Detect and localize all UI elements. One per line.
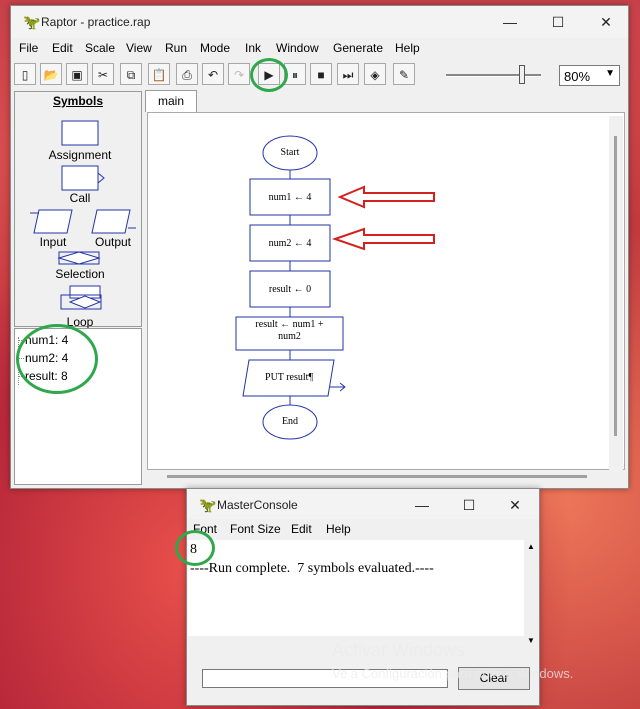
end-label: End	[281, 416, 299, 427]
call-symbol-icon	[61, 165, 99, 191]
zoom-select[interactable]: 80% ▼	[559, 65, 620, 86]
menu-window[interactable]: Window	[276, 41, 319, 55]
horizontal-scrollbar[interactable]	[147, 470, 609, 484]
assignment-label[interactable]: Assignment	[45, 148, 115, 162]
menu-run[interactable]: Run	[165, 41, 187, 55]
console-menu-bar: Font Font Size Edit Help	[187, 519, 539, 539]
undo-icon[interactable]: ↶	[202, 63, 224, 85]
highlight-ring-play	[250, 58, 288, 92]
selection-label[interactable]: Selection	[45, 267, 115, 281]
chevron-up-icon: ▲	[527, 542, 535, 551]
menu-bar: File Edit Scale View Run Mode Ink Window…	[11, 38, 628, 58]
debug-icon[interactable]: ◈	[364, 63, 386, 85]
symbol-shapes	[30, 120, 136, 310]
start-label: Start	[280, 147, 300, 158]
zoom-slider-thumb[interactable]	[519, 65, 525, 84]
paste-icon[interactable]: 📋	[148, 63, 170, 85]
vertical-scrollbar[interactable]	[609, 116, 623, 470]
output-label[interactable]: Output	[85, 235, 141, 249]
stop-icon[interactable]: ■	[310, 63, 332, 85]
output-symbol-icon	[91, 209, 131, 234]
console-title: MasterConsole	[217, 498, 298, 512]
close-button[interactable]: ✕	[583, 10, 629, 34]
highlight-ring-output	[175, 530, 215, 566]
console-close-button[interactable]: ✕	[492, 493, 538, 517]
input-label[interactable]: Input	[25, 235, 81, 249]
input-symbol-icon	[33, 209, 73, 234]
chevron-down-icon: ▼	[605, 68, 615, 79]
zoom-slider-track[interactable]	[446, 74, 541, 77]
arrow-annotation-num2	[331, 227, 435, 251]
call-arrow-icon	[97, 172, 105, 184]
console-maximize-button[interactable]: ☐	[446, 493, 492, 517]
save-icon[interactable]: ▣	[66, 63, 88, 85]
open-folder-icon[interactable]: 📂	[40, 63, 62, 85]
console-scrollbar[interactable]: ▲ ▼	[524, 540, 538, 650]
raptor-app-icon: 🦖	[199, 497, 217, 513]
minimize-button[interactable]: —	[487, 10, 533, 34]
selection-symbol-icon	[57, 251, 101, 265]
raptor-window: 🦖 Raptor - practice.rap — ☐ ✕ File Edit …	[10, 5, 629, 489]
menu-help[interactable]: Help	[395, 41, 420, 55]
title-bar: 🦖 Raptor - practice.rap — ☐ ✕	[11, 6, 628, 38]
zoom-value: 80%	[564, 69, 591, 84]
console-menu-font-size[interactable]: Font Size	[230, 522, 281, 536]
call-label[interactable]: Call	[45, 191, 115, 205]
redo-icon[interactable]: ↷	[228, 63, 250, 85]
activation-watermark-text: Ve a Configuración para activar Windows.	[332, 666, 574, 681]
step-num2-label: num2 ← 4	[268, 238, 312, 249]
chevron-down-icon: ▼	[527, 636, 535, 645]
menu-file[interactable]: File	[19, 41, 38, 55]
menu-mode[interactable]: Mode	[200, 41, 230, 55]
console-title-bar: 🦖 MasterConsole — ☐ ✕	[187, 489, 539, 519]
pen-icon[interactable]: ✎	[393, 63, 415, 85]
raptor-app-icon: 🦖	[23, 14, 41, 30]
activation-watermark-title: Activar Windows	[332, 640, 466, 660]
flowchart-canvas[interactable]: Start num1 ← 4 num2 ← 4 result ← 0 resul…	[147, 112, 625, 470]
arrow-annotation-num1	[337, 185, 435, 209]
step-icon[interactable]: ⏭	[337, 63, 359, 85]
menu-ink[interactable]: Ink	[245, 41, 261, 55]
menu-view[interactable]: View	[126, 41, 152, 55]
step-result-init-label: result ← 0	[268, 284, 312, 295]
copy-icon[interactable]: ⧉	[120, 63, 142, 85]
console-minimize-button[interactable]: —	[399, 493, 445, 517]
menu-scale[interactable]: Scale	[85, 41, 115, 55]
cut-icon[interactable]: ✂	[92, 63, 114, 85]
assignment-symbol-icon	[61, 120, 99, 146]
console-menu-edit[interactable]: Edit	[291, 522, 312, 536]
highlight-ring-variables	[16, 324, 98, 394]
console-output[interactable]: 8 ----Run complete. 7 symbols evaluated.…	[188, 540, 524, 636]
flowchart-shapes	[235, 135, 435, 440]
menu-edit[interactable]: Edit	[52, 41, 73, 55]
menu-generate[interactable]: Generate	[333, 41, 383, 55]
tab-main[interactable]: main	[145, 90, 197, 112]
step-output-label: PUT result¶	[265, 372, 313, 383]
new-file-icon[interactable]: ▯	[14, 63, 36, 85]
maximize-button[interactable]: ☐	[535, 10, 581, 34]
print-icon[interactable]: ⎙	[176, 63, 198, 85]
step-result-sum-label: result ← num1 + num2	[255, 319, 324, 342]
window-title: Raptor - practice.rap	[41, 15, 151, 29]
console-menu-help[interactable]: Help	[326, 522, 351, 536]
step-num1-label: num1 ← 4	[268, 192, 312, 203]
symbols-panel: Symbols Assignment Call Input Output Sel…	[14, 91, 142, 329]
console-output-line: ----Run complete. 7 symbols evaluated.--…	[190, 561, 434, 576]
